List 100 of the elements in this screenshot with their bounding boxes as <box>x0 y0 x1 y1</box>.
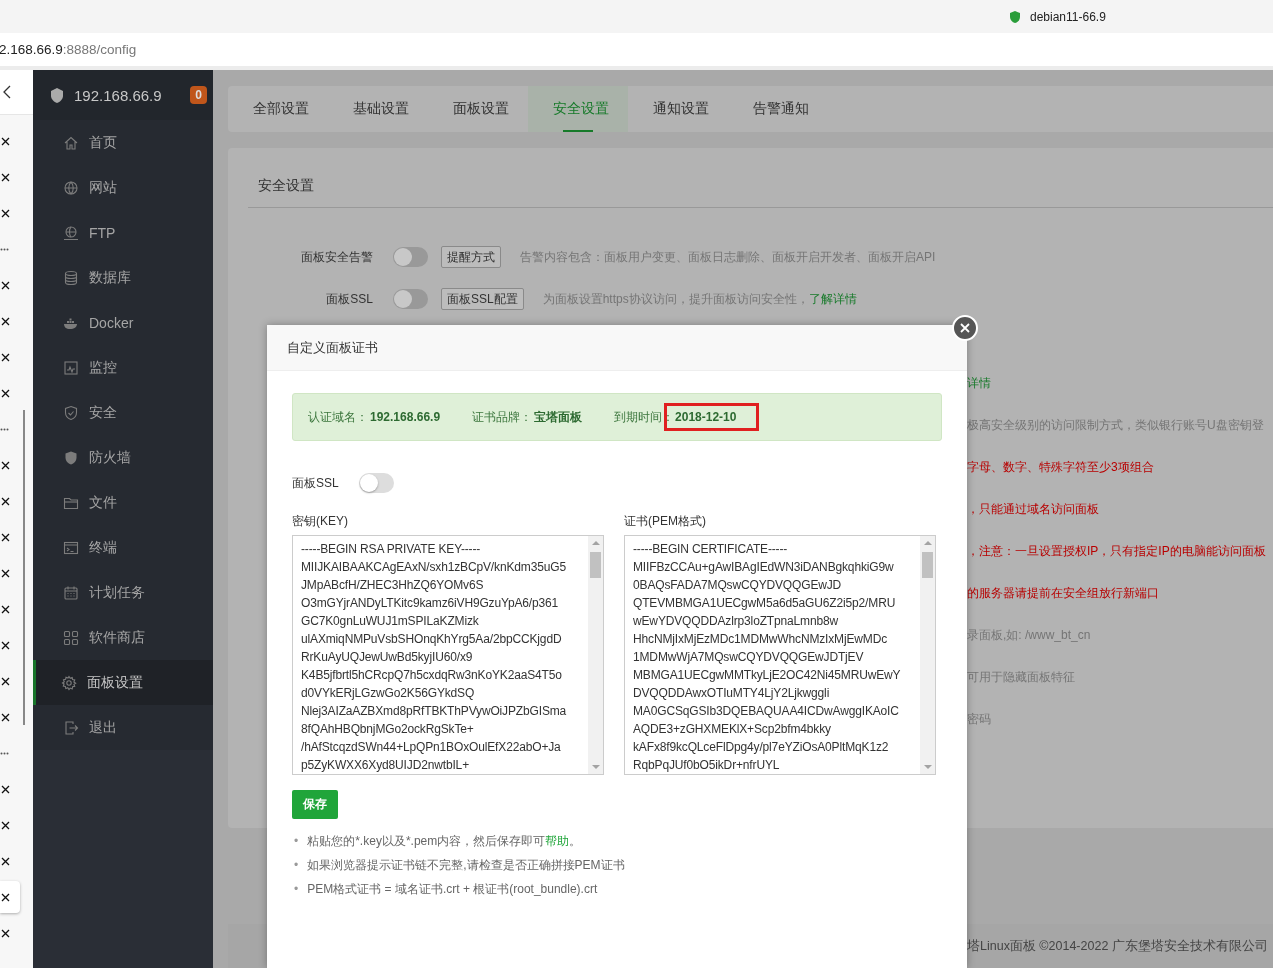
browser-tab-title[interactable]: debian11-66.9 <box>1030 9 1106 24</box>
close-icon[interactable] <box>1 172 10 182</box>
setting-hint: ，只能通过域名访问面板 <box>967 500 1099 518</box>
sidebar-item-label: FTP <box>89 224 116 241</box>
bullet: • <box>294 881 299 898</box>
ellipsis-icon[interactable] <box>0 427 9 431</box>
close-icon[interactable] <box>1 352 10 362</box>
info-value: 192.168.66.9 <box>369 409 442 426</box>
sidebar-item[interactable]: 软件商店 <box>33 615 213 660</box>
close-icon[interactable] <box>1 496 10 506</box>
sidebar-item[interactable]: 终端 <box>33 525 213 570</box>
scrollbar[interactable] <box>920 536 935 774</box>
ellipsis-icon[interactable] <box>0 247 9 251</box>
tab[interactable]: 全部设置 <box>228 86 328 132</box>
scrollbar[interactable] <box>23 410 25 725</box>
close-icon[interactable] <box>1 460 10 470</box>
globe-icon <box>63 224 79 241</box>
sidebar-item[interactable]: Docker <box>33 300 213 345</box>
setting-hint: 的服务器请提前在安全组放行新端口 <box>967 584 1159 602</box>
address-field[interactable]: 2.168.66.9:8888/config <box>0 42 137 57</box>
toggle-switch[interactable] <box>393 289 428 309</box>
close-icon[interactable] <box>1 136 10 146</box>
close-icon[interactable] <box>1 712 10 722</box>
close-icon[interactable] <box>1 208 10 218</box>
notification-badge[interactable]: 0 <box>190 86 207 104</box>
grid-icon <box>63 629 79 646</box>
tab[interactable]: 告警通知 <box>728 86 828 132</box>
scrollbar[interactable] <box>588 536 603 774</box>
dialog-title: 自定义面板证书 <box>287 338 378 357</box>
setting-hint: 录面板,如: /www_bt_cn <box>967 626 1091 644</box>
close-icon[interactable] <box>1 892 10 902</box>
tip-text: 粘贴您的*.key以及*.pem内容，然后保存即可帮助。 <box>307 833 582 850</box>
close-icon[interactable] <box>1 856 10 866</box>
setting-hint: 字母、数字、特殊字符至少3项组合 <box>967 458 1154 476</box>
vertical-tab[interactable] <box>0 881 20 913</box>
tab[interactable]: 基础设置 <box>328 86 428 132</box>
setting-button[interactable]: 提醒方式 <box>441 246 501 268</box>
database-icon <box>63 269 79 286</box>
copyright-text: 塔Linux面板 ©2014-2022 广东堡塔安全技术有限公司 <box>967 937 1268 955</box>
sidebar-item-label: 安全 <box>89 403 117 422</box>
sidebar-item[interactable]: 文件 <box>33 480 213 525</box>
tab[interactable]: 通知设置 <box>628 86 728 132</box>
close-icon[interactable] <box>1 820 10 830</box>
setting-label: 面板SSL <box>325 290 373 308</box>
sidebar-item-label: 计划任务 <box>89 583 145 602</box>
sidebar-item[interactable]: 安全 <box>33 390 213 435</box>
help-link[interactable]: 帮助 <box>545 834 570 848</box>
sidebar-item[interactable]: 数据库 <box>33 255 213 300</box>
gear-icon <box>61 674 77 691</box>
save-button[interactable]: 保存 <box>292 790 338 819</box>
sidebar-item[interactable]: 首页 <box>33 120 213 165</box>
sidebar-item[interactable]: 退出 <box>33 705 213 750</box>
sidebar-item-label: 首页 <box>89 133 117 152</box>
sidebar-item-label: 网站 <box>89 178 117 197</box>
sidebar-item-label: 终端 <box>89 538 117 557</box>
sidebar-item-label: 数据库 <box>89 268 131 287</box>
close-icon[interactable] <box>1 280 10 290</box>
bullet: • <box>294 857 299 874</box>
close-icon[interactable] <box>1 316 10 326</box>
close-icon[interactable] <box>1 568 10 578</box>
shield-icon <box>63 404 79 421</box>
ellipsis-icon[interactable] <box>0 751 9 755</box>
setting-hint: ，注意：一旦设置授权IP，只有指定IP的电脑能访问面板 <box>967 542 1266 560</box>
close-icon[interactable] <box>1 928 10 938</box>
sidebar-item[interactable]: 监控 <box>33 345 213 390</box>
calendar-icon <box>63 584 79 601</box>
sidebar-item[interactable]: 面板设置 <box>33 660 213 705</box>
sidebar-item-label: 防火墙 <box>89 448 131 467</box>
card-title: 安全设置 <box>258 177 314 193</box>
sidebar-item[interactable]: 防火墙 <box>33 435 213 480</box>
info-label: 到期时间： <box>614 408 675 426</box>
info-label: 认证域名： <box>308 408 368 426</box>
close-icon[interactable] <box>1 784 10 794</box>
info-label: 证书品牌： <box>472 408 533 426</box>
back-icon[interactable] <box>2 85 12 99</box>
home-icon <box>63 134 79 151</box>
bullet: • <box>294 833 299 850</box>
close-icon[interactable] <box>1 388 10 398</box>
sidebar-item-label: 软件商店 <box>89 628 145 647</box>
close-icon[interactable] <box>1 676 10 686</box>
sidebar-item-label: 面板设置 <box>87 673 143 692</box>
shield-icon <box>1008 9 1022 24</box>
globe-icon <box>63 179 79 196</box>
toggle-switch[interactable] <box>393 247 428 267</box>
toggle-switch[interactable] <box>358 473 394 493</box>
close-icon[interactable] <box>1 532 10 542</box>
setting-button[interactable]: 面板SSL配置 <box>441 288 524 310</box>
close-icon[interactable] <box>1 604 10 614</box>
text-area[interactable]: -----BEGIN CERTIFICATE----- MIIFBzCCAu+gAwIBAgIEdWN3iDANBgkqhkiG9w 0BAQsFADA7MQswCQYDVQQGEwJD QTEVMBMGA1UECgwM5a6d5aGU6Z2i5p2/MRU wEwYDVQQDDAzlrp3loZTpnaLmnb8w HhcNMjIxMjEzMDc1MDMwWhcNMzIxMjEwMDc 1MDMwWjA7MQswCQYDVQQGEwJDTjEV MBMGA1UECgwMMTkyLjE2OC42Ni45MRUwEwY DVQQDDAwxOTIuMTY4LjY2Ljkwggli MA0GCSqGSIb3DQEBAQUAA4ICDwAwggIKAoIC AQDE3+zGHXMEKlX+Scp2bfm4bkky kAFx8f9kcQLceFlDpg4y/pl7eYZiOsA0PltMqK1z2 RqbPqJUf0bO5ikDr+nfrUYL <box>624 535 936 775</box>
text-area[interactable]: -----BEGIN RSA PRIVATE KEY----- MIIJKAIBAAKCAgEAxN/sxh1zBCpV/knKdm35uG5 JMpABcfH/ZHEC3HhZQ6YOMv6S O3mGYjrANDyLTKitc9kamz6iVH9GzuYpA6/p361 GC7K0gnLuWUJ1mSPILaKZMizk ulAXmiqNMPuVsbSHOnqKhYrg5Aa/2bpCCKjgdD RrKuAyUQJewUwBd5kyjIU60/x9 K4B5jfbrtl5hCRcpQ7h5cxdqRw3nKoYK2aaS4T5o d0VYkERjLGzwGo2K56GYkdSQ Nlej3AIZaAZBXmd8pRfTBKThPVywOiJPZbGISma 8fQAhHBQbnjMGo2ockRgSkTe+ /hAfStcqzdSWn44+LpQPn1BOxOulEfX22abO+Ja p5ZyKWXX6Xyd8UIJD2nwtbIL+ <box>292 535 604 775</box>
close-icon <box>960 323 970 333</box>
tab[interactable]: 面板设置 <box>428 86 528 132</box>
field-label: 密钥(KEY) <box>292 514 348 528</box>
chart-icon <box>63 359 79 376</box>
terminal-icon <box>63 539 79 556</box>
sidebar-item-label: 文件 <box>89 493 117 512</box>
sidebar-item[interactable]: 计划任务 <box>33 570 213 615</box>
close-icon[interactable] <box>1 640 10 650</box>
sidebar-item[interactable]: FTP <box>33 210 213 255</box>
sidebar-item[interactable]: 网站 <box>33 165 213 210</box>
